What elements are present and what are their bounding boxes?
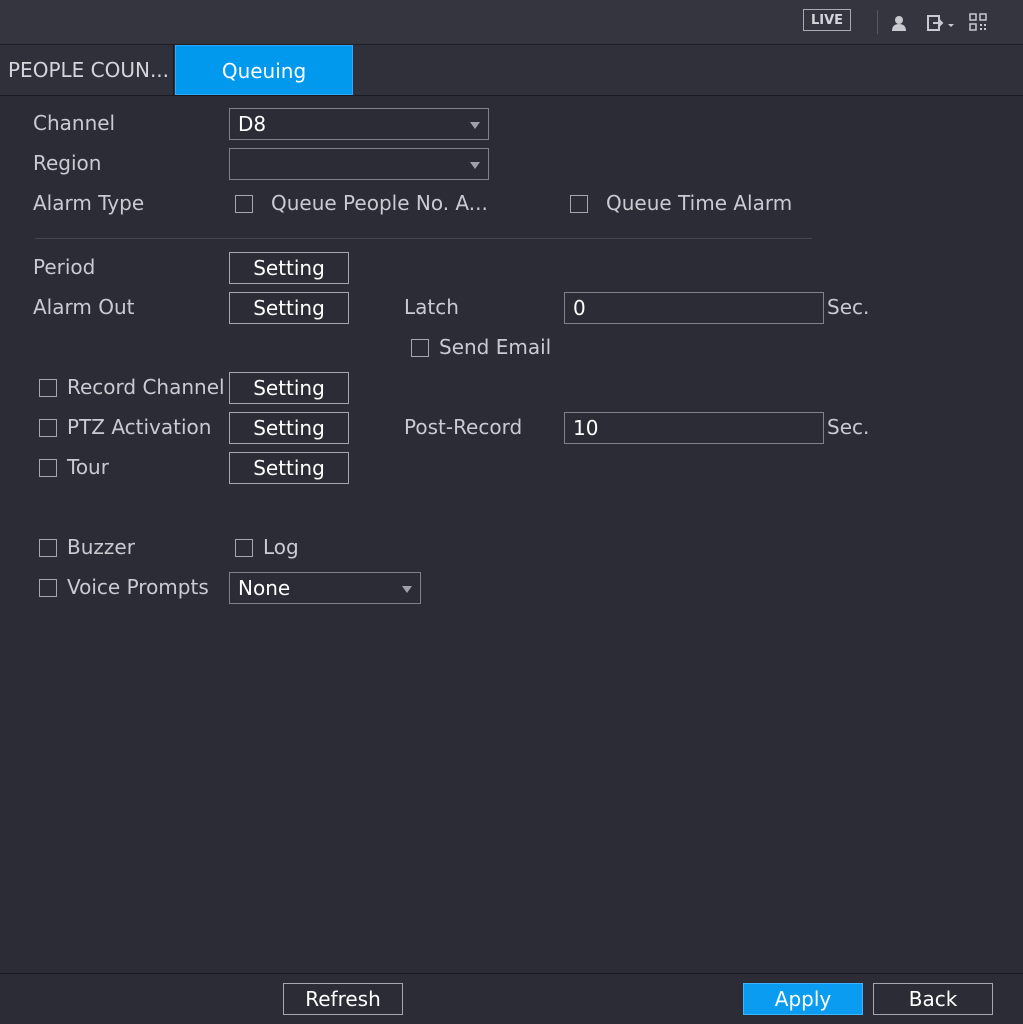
record-channel-label: Record Channel bbox=[67, 375, 225, 399]
region-select[interactable] bbox=[229, 148, 489, 180]
tour-checkbox[interactable] bbox=[39, 459, 57, 477]
refresh-button[interactable]: Refresh bbox=[283, 983, 403, 1015]
alarm-out-setting-button[interactable]: Setting bbox=[229, 292, 349, 324]
period-setting-button[interactable]: Setting bbox=[229, 252, 349, 284]
record-channel-checkbox[interactable] bbox=[39, 379, 57, 397]
latch-input[interactable]: 0 bbox=[564, 292, 824, 324]
voice-prompts-label: Voice Prompts bbox=[67, 575, 209, 599]
voice-prompts-checkbox[interactable] bbox=[39, 579, 57, 597]
chevron-down-icon bbox=[470, 162, 480, 169]
live-button[interactable]: LIVE bbox=[803, 9, 851, 31]
chevron-down-icon bbox=[470, 122, 480, 129]
log-checkbox[interactable] bbox=[235, 539, 253, 557]
chevron-down-icon bbox=[402, 586, 412, 593]
apply-button[interactable]: Apply bbox=[743, 983, 863, 1015]
queue-people-alarm-label: Queue People No. A... bbox=[271, 191, 488, 215]
voice-prompts-select-value: None bbox=[238, 576, 291, 600]
ptz-activation-checkbox[interactable] bbox=[39, 419, 57, 437]
tour-label: Tour bbox=[67, 455, 109, 479]
tab-queuing[interactable]: Queuing bbox=[175, 45, 353, 95]
channel-select-value: D8 bbox=[238, 112, 267, 136]
latch-unit: Sec. bbox=[827, 295, 870, 319]
user-icon[interactable] bbox=[890, 14, 908, 32]
send-email-checkbox[interactable] bbox=[411, 339, 429, 357]
tour-setting-button[interactable]: Setting bbox=[229, 452, 349, 484]
channel-select[interactable]: D8 bbox=[229, 108, 489, 140]
buzzer-label: Buzzer bbox=[67, 535, 135, 559]
post-record-unit: Sec. bbox=[827, 415, 870, 439]
footer-divider bbox=[0, 973, 1023, 974]
top-bar bbox=[0, 0, 1023, 45]
latch-label: Latch bbox=[404, 295, 459, 319]
post-record-label: Post-Record bbox=[404, 415, 523, 439]
log-label: Log bbox=[263, 535, 299, 559]
logout-icon[interactable] bbox=[926, 13, 958, 33]
top-bar-divider bbox=[877, 10, 878, 34]
alarm-out-label: Alarm Out bbox=[33, 295, 135, 319]
back-button[interactable]: Back bbox=[873, 983, 993, 1015]
period-label: Period bbox=[33, 255, 96, 279]
ptz-activation-label: PTZ Activation bbox=[67, 415, 212, 439]
queue-time-alarm-checkbox[interactable] bbox=[570, 195, 588, 213]
region-label: Region bbox=[33, 151, 102, 175]
record-channel-setting-button[interactable]: Setting bbox=[229, 372, 349, 404]
post-record-input[interactable]: 10 bbox=[564, 412, 824, 444]
qr-code-icon[interactable] bbox=[969, 13, 987, 31]
section-divider bbox=[35, 238, 812, 239]
buzzer-checkbox[interactable] bbox=[39, 539, 57, 557]
queue-people-alarm-checkbox[interactable] bbox=[235, 195, 253, 213]
voice-prompts-select[interactable]: None bbox=[229, 572, 421, 604]
tab-people-counting[interactable]: PEOPLE COUN... bbox=[0, 45, 174, 95]
send-email-label: Send Email bbox=[439, 335, 552, 359]
alarm-type-label: Alarm Type bbox=[33, 191, 145, 215]
channel-label: Channel bbox=[33, 111, 116, 135]
queue-time-alarm-label: Queue Time Alarm bbox=[606, 191, 793, 215]
ptz-activation-setting-button[interactable]: Setting bbox=[229, 412, 349, 444]
